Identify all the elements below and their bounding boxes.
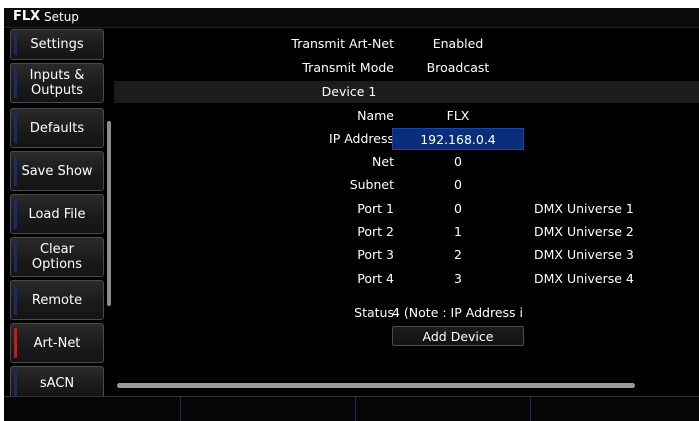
add-device-button[interactable]: Add Device [392,326,524,346]
sidebar-item-label: Defaults [29,120,85,136]
indicator-icon [14,285,17,315]
indicator-icon [14,156,17,186]
indicator-icon [14,113,17,143]
setting-label: Port 4 [357,271,394,286]
title-bar: FLX Setup [4,8,699,28]
sidebar-item-inputs-outputs[interactable]: Inputs & Outputs [10,63,104,103]
sidebar-item-load-file[interactable]: Load File [10,194,104,234]
ip-address-row[interactable]: IP Address 192.168.0.4 [114,128,699,150]
sidebar-item-label: sACN [39,376,75,391]
status-row: Status 4 (Note : IP Address i [114,302,699,322]
softkey-divider [355,397,356,421]
setting-label: IP Address [329,131,394,146]
setting-label: Port 2 [357,224,394,239]
setting-label: Port 1 [357,201,394,216]
setting-label: Subnet [349,177,394,192]
artnet-settings-panel: Transmit Art-Net Enabled Transmit Mode B… [114,29,699,399]
indicator-icon [14,68,17,98]
sidebar-item-label: Clear Options [31,242,83,272]
setting-row-transmit-mode[interactable]: Transmit Mode Broadcast [114,57,699,79]
universe-label: DMX Universe 4 [534,271,634,286]
setting-label: Transmit Mode [302,60,394,75]
port-row[interactable]: Port 1 0 DMX Universe 1 [114,198,699,220]
indicator-icon [14,34,17,55]
setting-value[interactable]: 0 [392,151,524,173]
sidebar-item-label: Settings [30,37,84,52]
setting-label: Net [372,154,394,169]
setting-value[interactable]: 1 [392,221,524,243]
active-indicator-icon [14,328,17,358]
softkey-divider [180,397,181,421]
indicator-icon [14,242,17,272]
setting-value[interactable]: 0 [392,174,524,196]
setting-row-transmit-artnet[interactable]: Transmit Art-Net Enabled [114,33,699,55]
window-title: Setup [44,10,79,24]
setting-label: Name [357,108,394,123]
universe-label: DMX Universe 3 [534,247,634,262]
port-row[interactable]: Port 3 2 DMX Universe 3 [114,244,699,266]
setting-value[interactable]: FLX [392,105,524,127]
vertical-scrollbar[interactable] [107,121,111,306]
status-value: 4 (Note : IP Address i [392,305,523,320]
sidebar-item-remote[interactable]: Remote [10,280,104,320]
setting-value[interactable]: 0 [392,198,524,220]
flx-logo: FLX [13,9,41,24]
setting-value[interactable]: 3 [392,268,524,290]
setting-label: Status [354,305,394,320]
sidebar-item-save-show[interactable]: Save Show [10,151,104,191]
sidebar-item-label: Load File [28,206,86,222]
universe-label: DMX Universe 1 [534,201,634,216]
sidebar-item-clear-options[interactable]: Clear Options [10,237,104,277]
sidebar-item-settings[interactable]: Settings [10,29,104,60]
sidebar-item-label: Inputs & Outputs [29,68,85,98]
setting-value[interactable]: 2 [392,244,524,266]
sidebar-item-art-net[interactable]: Art-Net [10,323,104,363]
subnet-row[interactable]: Subnet 0 [114,174,699,196]
setting-label: Port 3 [357,247,394,262]
sidebar-item-defaults[interactable]: Defaults [10,108,104,148]
setting-value[interactable]: Broadcast [392,57,524,79]
net-row[interactable]: Net 0 [114,151,699,173]
horizontal-scrollbar[interactable] [117,383,635,388]
port-row[interactable]: Port 2 1 DMX Universe 2 [114,221,699,243]
softkey-bar [4,396,699,421]
sidebar: Settings Inputs & Outputs Defaults Save … [10,29,104,401]
sidebar-item-label: Remote [31,292,83,308]
indicator-icon [14,199,17,229]
indicator-icon [14,371,17,396]
setting-value[interactable]: Enabled [392,33,524,55]
ip-address-field[interactable]: 192.168.0.4 [392,128,524,150]
sidebar-item-label: Art-Net [33,335,81,351]
app-window: FLX Setup Settings Inputs & Outputs Defa… [4,8,699,421]
softkey-divider [530,397,531,421]
device-header: Device 1 [114,81,699,103]
setting-label: Transmit Art-Net [291,36,394,51]
port-row[interactable]: Port 4 3 DMX Universe 4 [114,268,699,290]
device-name-row[interactable]: Name FLX [114,105,699,127]
device-header-label: Device 1 [321,84,377,99]
sidebar-item-label: Save Show [21,163,93,179]
universe-label: DMX Universe 2 [534,224,634,239]
